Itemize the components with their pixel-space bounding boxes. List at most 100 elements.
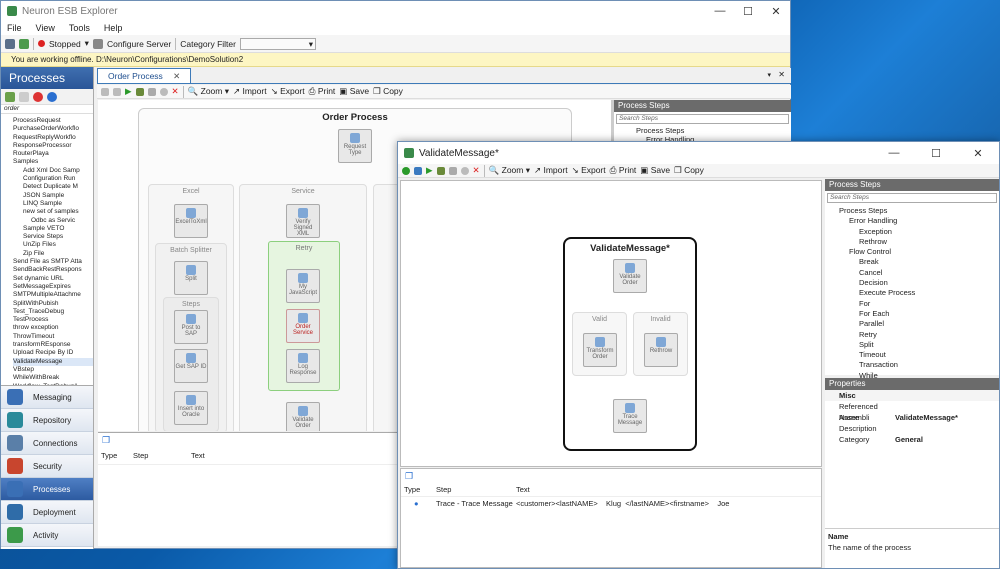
dialog-import-button[interactable]: ↗ Import xyxy=(534,165,568,176)
main-steps-item[interactable]: Process Steps xyxy=(614,126,791,135)
step-tree-item[interactable]: Split xyxy=(825,340,999,350)
step-tree-item[interactable]: Execute Process xyxy=(825,288,999,298)
step-tree-item[interactable]: Error Handling xyxy=(825,216,999,226)
close-icon[interactable]: ✕ xyxy=(173,71,180,81)
print-button[interactable]: ⎙ Print xyxy=(309,86,336,97)
process-tree-item[interactable]: TestProcess xyxy=(13,316,93,324)
step-tree-item[interactable]: For Each xyxy=(825,309,999,319)
process-tree-item[interactable]: SetMessageExpires xyxy=(13,283,93,291)
redo-icon[interactable] xyxy=(113,87,121,96)
process-tree-item[interactable]: SMTPMultipleAttachme xyxy=(13,291,93,299)
step-tree-item[interactable]: Break xyxy=(825,257,999,267)
category-filter-select[interactable]: ▾ xyxy=(239,37,316,50)
process-tree-item[interactable]: Service Steps xyxy=(13,233,93,241)
dialog-save-button[interactable]: ▣ Save xyxy=(640,165,670,176)
step-icon[interactable] xyxy=(147,87,156,96)
debug-icon[interactable] xyxy=(436,166,445,175)
process-tree-item[interactable]: RequestReplyWorkflo xyxy=(13,134,93,142)
step-tree-item[interactable]: Cancel xyxy=(825,268,999,278)
undo-icon[interactable] xyxy=(101,87,109,96)
menu-file[interactable]: File xyxy=(7,23,22,33)
maximize-button[interactable]: ☐ xyxy=(734,5,762,18)
dialog-zoom-button[interactable]: 🔍 Zoom ▾ xyxy=(489,165,530,176)
property-row[interactable]: Category General xyxy=(825,434,999,445)
property-value[interactable]: General xyxy=(895,434,923,445)
step-tree-item[interactable]: Parallel xyxy=(825,319,999,329)
rethrow-node[interactable]: Rethrow xyxy=(644,333,678,367)
step-tree-item[interactable]: Transaction xyxy=(825,360,999,370)
step-tree-item[interactable]: Process Steps xyxy=(825,206,999,216)
tab-menu-icon[interactable]: ▾ xyxy=(767,71,771,79)
dialog-copy-button[interactable]: ❐ Copy xyxy=(674,165,704,176)
process-tree-item[interactable]: WhileWithBreak xyxy=(13,374,93,382)
clear-icon[interactable]: ✕ xyxy=(473,165,480,176)
copy-button[interactable]: ❐ Copy xyxy=(373,86,403,97)
dialog-print-button[interactable]: ⎙ Print xyxy=(610,165,637,176)
status-dropdown[interactable]: Stopped xyxy=(49,39,81,49)
process-tree-item[interactable]: LINQ Sample xyxy=(13,200,93,208)
dialog-trace-copy-icon[interactable]: ❐ xyxy=(401,469,821,483)
process-tree-item[interactable]: Samples xyxy=(13,158,93,166)
stop-icon[interactable] xyxy=(460,166,469,175)
step-tree-item[interactable]: Retry xyxy=(825,330,999,340)
excel-to-xml-node[interactable]: ExcelToXml xyxy=(174,204,208,238)
play-icon[interactable]: ▶ xyxy=(426,165,433,176)
table-row[interactable]: ● Trace - Trace Message <customer><lastN… xyxy=(401,497,821,510)
process-tree-item[interactable]: UnZip Files xyxy=(13,241,93,249)
process-tree-item[interactable]: Sample VETO xyxy=(13,225,93,233)
step-tree-item[interactable]: Timeout xyxy=(825,350,999,360)
dialog-steps-search[interactable]: Search Steps xyxy=(827,193,997,203)
process-tree-item[interactable]: JSON Sample xyxy=(13,192,93,200)
debug-icon[interactable] xyxy=(135,87,144,96)
property-value[interactable]: ValidateMessage* xyxy=(895,412,958,423)
validate-icon[interactable] xyxy=(402,166,410,175)
process-tree-item[interactable]: ThrowTimeout xyxy=(13,333,93,341)
info-icon[interactable] xyxy=(47,91,57,102)
process-tree-item[interactable]: Test_TraceDebug xyxy=(13,308,93,316)
menu-help[interactable]: Help xyxy=(104,23,123,33)
process-tree-item[interactable]: Zip File xyxy=(13,250,93,258)
dialog-export-button[interactable]: ↘ Export xyxy=(572,165,606,176)
process-tree-item[interactable]: new set of samples xyxy=(13,208,93,216)
save-icon[interactable] xyxy=(5,38,15,49)
property-row[interactable]: Description xyxy=(825,423,999,434)
process-tree-item[interactable]: SendBackRestRespons xyxy=(13,266,93,274)
zoom-button[interactable]: 🔍 Zoom ▾ xyxy=(188,86,229,97)
insert-into-oracle-node[interactable]: Insert into Oracle xyxy=(174,391,208,425)
process-tree-item[interactable]: throw exception xyxy=(13,324,93,332)
nav-messaging[interactable]: Messaging xyxy=(1,386,93,409)
add-icon[interactable] xyxy=(19,38,29,49)
process-tree-item[interactable]: RouterPlaya xyxy=(13,150,93,158)
delete-icon[interactable] xyxy=(33,91,43,102)
process-tree-item[interactable]: transformREsponse xyxy=(13,341,93,349)
close-button[interactable]: ✕ xyxy=(762,5,790,18)
configure-server-button[interactable]: Configure Server xyxy=(107,39,171,49)
nav-deployment[interactable]: Deployment xyxy=(1,501,93,524)
process-search-input[interactable]: order xyxy=(1,105,93,114)
process-tree-item[interactable]: Add Xml Doc Samp xyxy=(13,167,93,175)
step-tree-item[interactable]: Exception xyxy=(825,227,999,237)
transform-order-node[interactable]: Transform Order xyxy=(583,333,617,367)
process-tree-item[interactable]: PurchaseOrderWorkflo xyxy=(13,125,93,133)
trace-copy-icon[interactable]: ❐ xyxy=(98,433,400,447)
validate-order-node[interactable]: Validate Order xyxy=(613,259,647,293)
dialog-close-button[interactable]: ✕ xyxy=(957,147,999,160)
nav-security[interactable]: Security xyxy=(1,455,93,478)
refresh-icon[interactable] xyxy=(414,166,422,175)
menu-tools[interactable]: Tools xyxy=(69,23,90,33)
play-icon[interactable]: ▶ xyxy=(125,86,132,97)
process-tree-item[interactable]: VBstep xyxy=(13,366,93,374)
dialog-minimize-button[interactable]: — xyxy=(873,147,915,159)
request-type-node[interactable]: Request Type xyxy=(338,129,372,163)
step-tree-item[interactable]: Rethrow xyxy=(825,237,999,247)
process-tree-item[interactable]: ProcessRequest xyxy=(13,117,93,125)
process-tree-item[interactable]: Odbc as Servic xyxy=(13,217,93,225)
chevron-down-icon[interactable]: ▾ xyxy=(85,38,89,49)
verify-signed-xml-node[interactable]: Verify Signed XML xyxy=(286,204,320,238)
split-node[interactable]: Split xyxy=(174,261,208,295)
menu-view[interactable]: View xyxy=(36,23,55,33)
nav-processes[interactable]: Processes xyxy=(1,478,93,501)
process-tree-item[interactable]: Detect Duplicate M xyxy=(13,183,93,191)
post-to-sap-node[interactable]: Post to SAP xyxy=(174,310,208,344)
process-tree-item[interactable]: ResponseProcessor xyxy=(13,142,93,150)
